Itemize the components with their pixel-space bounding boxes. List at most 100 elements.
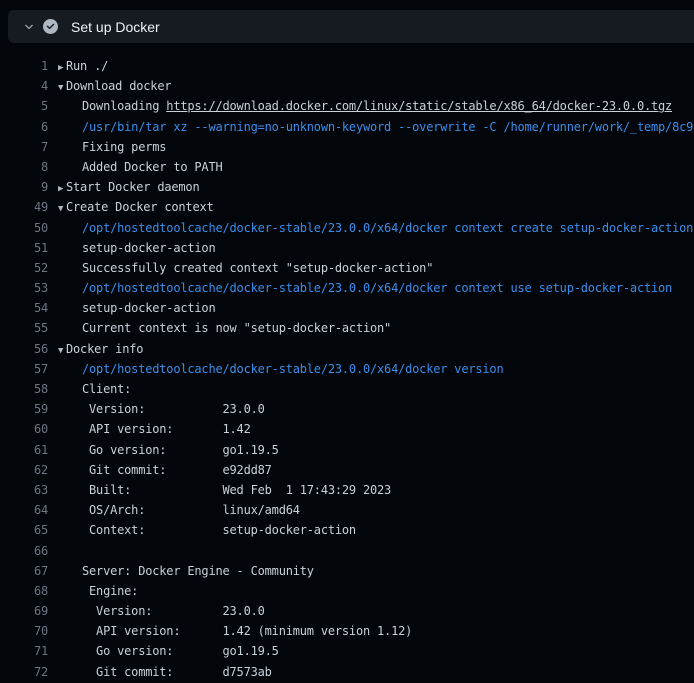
log-text: Built: Wed Feb 1 17:43:29 2023 [48, 480, 391, 500]
line-number[interactable]: 64 [0, 500, 48, 520]
line-number[interactable]: 71 [0, 641, 48, 661]
log-text: Current context is now "setup-docker-act… [48, 318, 391, 338]
log-line: 4▼Download docker [0, 76, 694, 96]
triangle-collapsed-icon[interactable]: ▶ [58, 179, 66, 197]
line-number[interactable]: 70 [0, 621, 48, 641]
line-number[interactable]: 63 [0, 480, 48, 500]
log-line: 54setup-docker-action [0, 298, 694, 318]
log-text: Version: 23.0.0 [48, 601, 265, 621]
log-text: Git commit: e92dd87 [48, 460, 272, 480]
log-command: /opt/hostedtoolcache/docker-stable/23.0.… [48, 359, 503, 379]
triangle-expanded-icon[interactable]: ▼ [58, 78, 66, 96]
line-number[interactable]: 4 [0, 76, 48, 96]
line-number[interactable]: 59 [0, 399, 48, 419]
log-line: 59 Version: 23.0.0 [0, 399, 694, 419]
log-line: 58Client: [0, 379, 694, 399]
actions-log-panel: Set up Docker 1▶Run ./4▼Download docker5… [0, 0, 694, 683]
line-number[interactable]: 57 [0, 359, 48, 379]
log-group-header[interactable]: ▼Docker info [48, 339, 143, 359]
line-number[interactable]: 9 [0, 177, 48, 197]
line-number[interactable]: 58 [0, 379, 48, 399]
log-line: 6/usr/bin/tar xz --warning=no-unknown-ke… [0, 117, 694, 137]
log-line: 1▶Run ./ [0, 56, 694, 76]
log-link[interactable]: https://download.docker.com/linux/static… [166, 99, 672, 113]
line-number[interactable]: 52 [0, 258, 48, 278]
log-line: 69 Version: 23.0.0 [0, 601, 694, 621]
log-text-part: Downloading [82, 99, 166, 113]
group-title: Download docker [66, 79, 171, 93]
line-number[interactable]: 69 [0, 601, 48, 621]
log-line: 62 Git commit: e92dd87 [0, 460, 694, 480]
line-number[interactable]: 53 [0, 278, 48, 298]
group-title: Run ./ [66, 59, 108, 73]
log-group-header[interactable]: ▶Run ./ [48, 56, 108, 76]
triangle-expanded-icon[interactable]: ▼ [58, 199, 66, 217]
line-number[interactable]: 60 [0, 419, 48, 439]
line-number[interactable]: 62 [0, 460, 48, 480]
log-line: 56▼Docker info [0, 339, 694, 359]
log-line: 51setup-docker-action [0, 238, 694, 258]
log-group-header[interactable]: ▼Download docker [48, 76, 171, 96]
log-command: /opt/hostedtoolcache/docker-stable/23.0.… [48, 218, 693, 238]
log-text: OS/Arch: linux/amd64 [48, 500, 300, 520]
log-line: 65 Context: setup-docker-action [0, 520, 694, 540]
log-text: Go version: go1.19.5 [48, 440, 279, 460]
log-line: 67Server: Docker Engine - Community [0, 561, 694, 581]
log-text: Context: setup-docker-action [48, 520, 356, 540]
log-line: 61 Go version: go1.19.5 [0, 440, 694, 460]
line-number[interactable]: 50 [0, 218, 48, 238]
line-number[interactable]: 8 [0, 157, 48, 177]
log-line: 53/opt/hostedtoolcache/docker-stable/23.… [0, 278, 694, 298]
log-line: 60 API version: 1.42 [0, 419, 694, 439]
chevron-down-icon[interactable] [23, 21, 35, 33]
log-text: Client: [48, 379, 131, 399]
log-line: 71 Go version: go1.19.5 [0, 641, 694, 661]
line-number[interactable]: 5 [0, 96, 48, 116]
log-line: 70 API version: 1.42 (minimum version 1.… [0, 621, 694, 641]
log-line: 49▼Create Docker context [0, 197, 694, 217]
log-text: API version: 1.42 (minimum version 1.12) [48, 621, 412, 641]
line-number[interactable]: 66 [0, 541, 48, 561]
step-header[interactable]: Set up Docker [8, 10, 694, 43]
log-text: Engine: [48, 581, 138, 601]
line-number[interactable]: 49 [0, 197, 48, 217]
line-number[interactable]: 68 [0, 581, 48, 601]
triangle-expanded-icon[interactable]: ▼ [58, 341, 66, 359]
log-line: 64 OS/Arch: linux/amd64 [0, 500, 694, 520]
group-title: Start Docker daemon [66, 180, 199, 194]
log-command: /usr/bin/tar xz --warning=no-unknown-key… [48, 117, 694, 137]
line-number[interactable]: 1 [0, 56, 48, 76]
log-text: Added Docker to PATH [48, 157, 223, 177]
line-number[interactable]: 61 [0, 440, 48, 460]
log-line: 7Fixing perms [0, 137, 694, 157]
log-text: Git commit: d7573ab [48, 662, 272, 682]
group-title: Docker info [66, 342, 143, 356]
line-number[interactable]: 55 [0, 318, 48, 338]
group-title: Create Docker context [66, 200, 214, 214]
line-number[interactable]: 67 [0, 561, 48, 581]
log-line: 72 Git commit: d7573ab [0, 662, 694, 682]
log-line: 50/opt/hostedtoolcache/docker-stable/23.… [0, 218, 694, 238]
log-text: Downloading https://download.docker.com/… [48, 96, 672, 116]
line-number[interactable]: 56 [0, 339, 48, 359]
log-line: 57/opt/hostedtoolcache/docker-stable/23.… [0, 359, 694, 379]
check-circle-icon [43, 19, 58, 34]
log-line: 5Downloading https://download.docker.com… [0, 96, 694, 116]
log-group-header[interactable]: ▶Start Docker daemon [48, 177, 199, 197]
line-number[interactable]: 51 [0, 238, 48, 258]
log-line: 68 Engine: [0, 581, 694, 601]
line-number[interactable]: 6 [0, 117, 48, 137]
log-command: /opt/hostedtoolcache/docker-stable/23.0.… [48, 278, 672, 298]
log-text: API version: 1.42 [48, 419, 251, 439]
log-text: Version: 23.0.0 [48, 399, 265, 419]
log-line: 66 [0, 541, 694, 561]
line-number[interactable]: 54 [0, 298, 48, 318]
log-text: Server: Docker Engine - Community [48, 561, 314, 581]
line-number[interactable]: 65 [0, 520, 48, 540]
triangle-collapsed-icon[interactable]: ▶ [58, 58, 66, 76]
line-number[interactable]: 72 [0, 662, 48, 682]
log-group-header[interactable]: ▼Create Docker context [48, 197, 214, 217]
log-line: 63 Built: Wed Feb 1 17:43:29 2023 [0, 480, 694, 500]
line-number[interactable]: 7 [0, 137, 48, 157]
step-title: Set up Docker [71, 19, 160, 35]
